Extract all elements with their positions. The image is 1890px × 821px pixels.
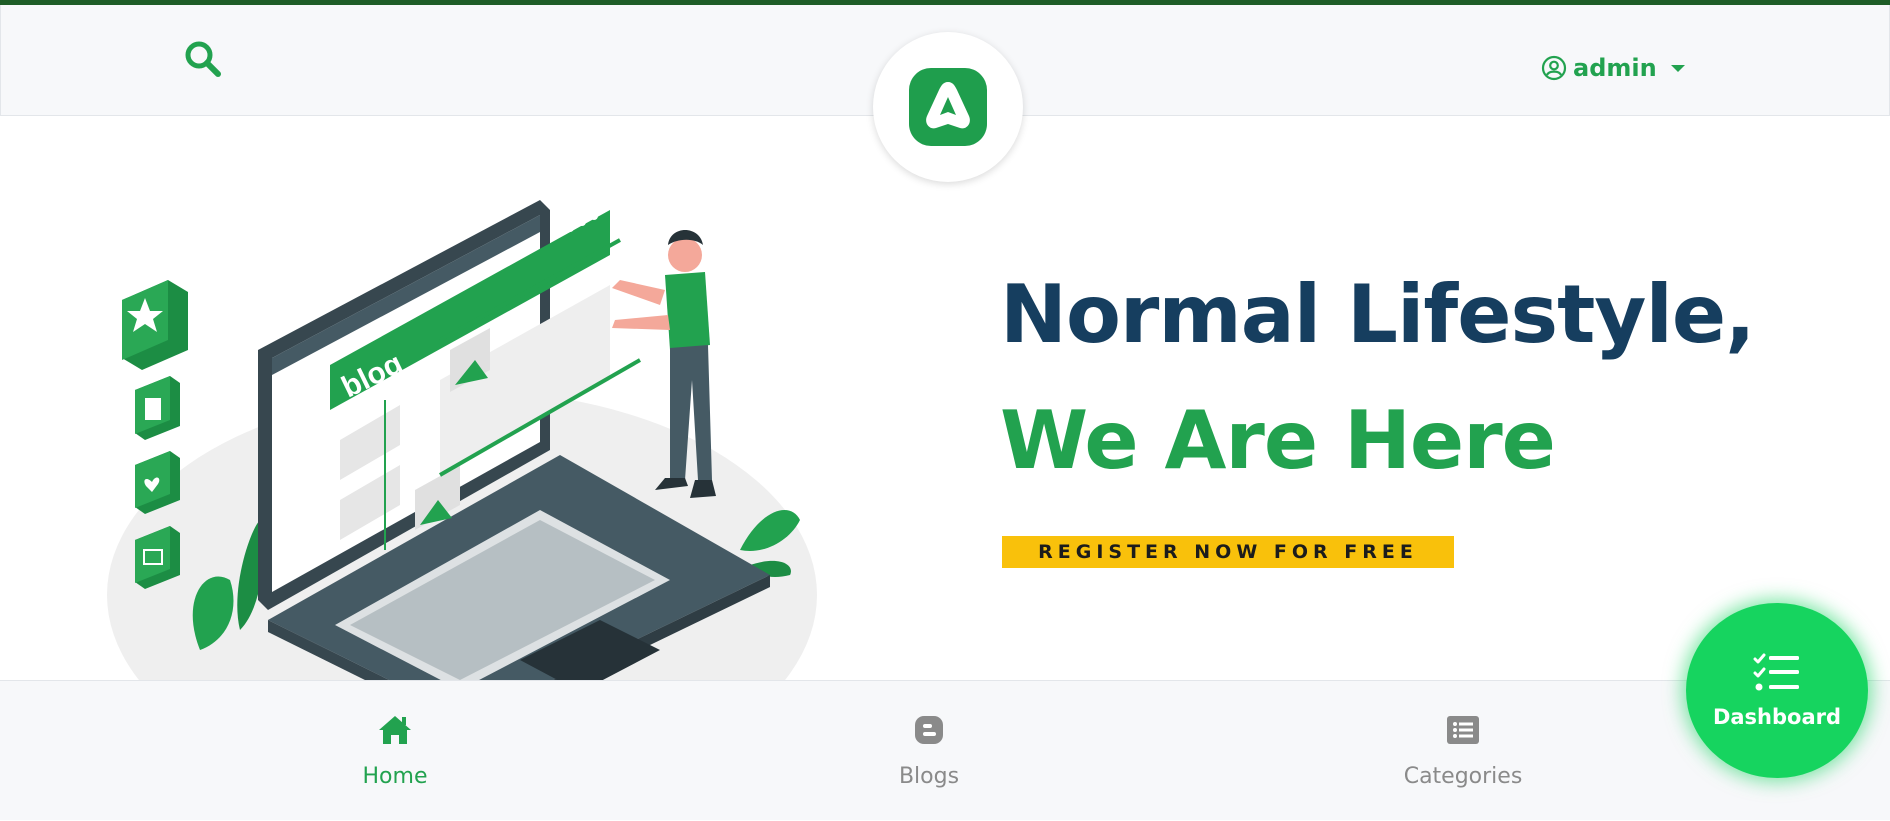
caret-down-icon — [1670, 64, 1685, 72]
nav-label-blogs: Blogs — [898, 764, 960, 789]
user-name: admin — [1573, 54, 1657, 82]
register-cta-button[interactable]: REGISTER NOW FOR FREE — [1002, 536, 1454, 568]
hero-illustration: blog — [100, 180, 830, 800]
register-cta-label: REGISTER NOW FOR FREE — [1038, 541, 1418, 563]
user-circle-icon — [1541, 55, 1567, 81]
nav-item-categories[interactable]: Categories — [1363, 681, 1563, 821]
app-logo-icon — [909, 68, 987, 146]
star-badge-icon — [122, 280, 188, 370]
bottom-navigation: Home Blogs Categories — [0, 680, 1890, 820]
list-icon — [1447, 716, 1479, 744]
search-button[interactable] — [179, 35, 227, 83]
home-icon — [379, 716, 411, 744]
app-logo[interactable] — [873, 32, 1023, 182]
nav-label-categories: Categories — [1403, 764, 1523, 789]
hero-headline-line1: Normal Lifestyle, — [1000, 268, 1756, 361]
search-icon — [185, 41, 221, 77]
nav-item-home[interactable]: Home — [295, 681, 495, 821]
user-menu[interactable]: admin — [1541, 52, 1685, 84]
hero-headline-line2: We Are Here — [1000, 394, 1556, 487]
nav-item-blogs[interactable]: Blogs — [829, 681, 1029, 821]
dashboard-fab-label: Dashboard — [1712, 704, 1842, 729]
dashboard-fab-button[interactable]: Dashboard — [1686, 603, 1868, 778]
thumbs-up-icon — [135, 376, 180, 440]
tasks-list-icon — [1753, 653, 1799, 690]
blogger-icon — [915, 716, 943, 744]
nav-label-home: Home — [362, 764, 428, 789]
